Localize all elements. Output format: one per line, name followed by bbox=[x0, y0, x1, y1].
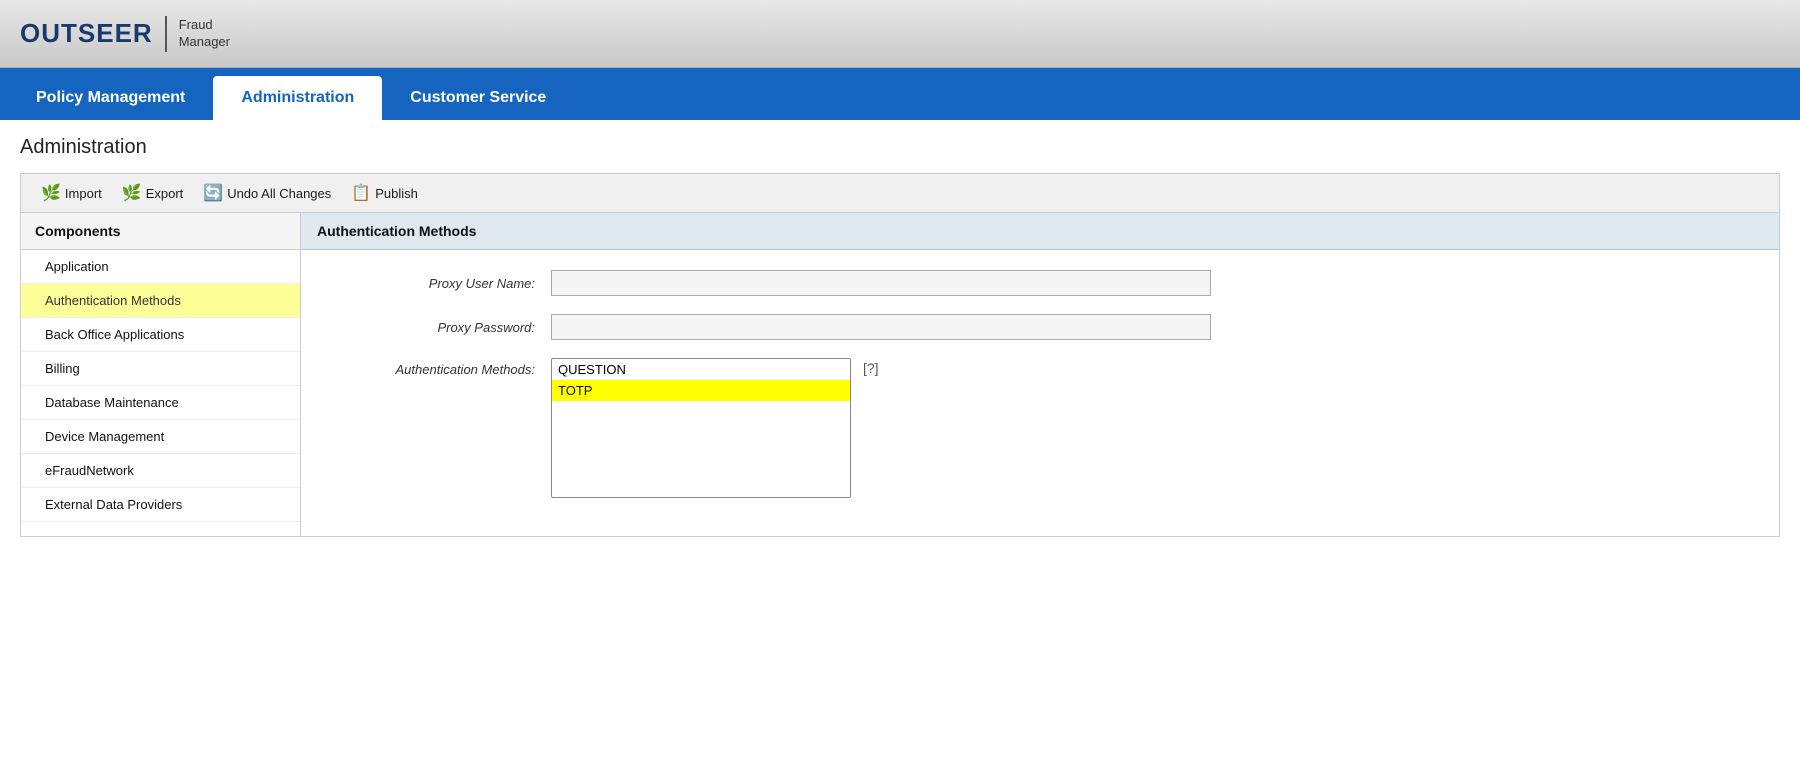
import-button[interactable]: 🌿 Import bbox=[33, 180, 110, 206]
listbox-option-totp[interactable]: TOTP bbox=[552, 380, 850, 401]
logo-outseer: OUTSEER bbox=[20, 18, 153, 49]
sidebar-item-billing[interactable]: Billing bbox=[21, 352, 300, 386]
sidebar: Components Application Authentication Me… bbox=[21, 213, 301, 536]
auth-methods-listbox-wrapper: QUESTION TOTP [?] bbox=[551, 358, 883, 498]
proxy-password-label: Proxy Password: bbox=[331, 320, 551, 335]
import-icon: 🌿 bbox=[41, 183, 61, 203]
nav-tabs: Policy Management Administration Custome… bbox=[0, 68, 1800, 120]
proxy-password-input[interactable] bbox=[551, 314, 1211, 340]
sidebar-item-efraud[interactable]: eFraudNetwork bbox=[21, 454, 300, 488]
auth-methods-row: Authentication Methods: QUESTION TOTP [?… bbox=[331, 358, 1749, 498]
publish-button[interactable]: 📋 Publish bbox=[343, 180, 426, 206]
app-header: OUTSEER Fraud Manager bbox=[0, 0, 1800, 68]
tab-policy-management[interactable]: Policy Management bbox=[8, 76, 213, 120]
logo-divider bbox=[165, 16, 167, 52]
export-button[interactable]: 🌿 Export bbox=[114, 180, 192, 206]
sidebar-item-application[interactable]: Application bbox=[21, 250, 300, 284]
page-content: Administration 🌿 Import 🌿 Export 🔄 Undo … bbox=[0, 120, 1800, 781]
undo-all-button[interactable]: 🔄 Undo All Changes bbox=[195, 180, 339, 206]
sidebar-item-auth-methods[interactable]: Authentication Methods bbox=[21, 284, 300, 318]
help-icon[interactable]: [?] bbox=[859, 358, 883, 378]
auth-methods-label: Authentication Methods: bbox=[331, 358, 551, 377]
right-content: Authentication Methods Proxy User Name: … bbox=[301, 213, 1779, 536]
export-icon: 🌿 bbox=[122, 183, 142, 203]
auth-methods-listbox[interactable]: QUESTION TOTP bbox=[551, 358, 851, 498]
sidebar-item-device-management[interactable]: Device Management bbox=[21, 420, 300, 454]
proxy-password-row: Proxy Password: bbox=[331, 314, 1749, 340]
sidebar-item-external-data[interactable]: External Data Providers bbox=[21, 488, 300, 522]
sidebar-item-back-office[interactable]: Back Office Applications bbox=[21, 318, 300, 352]
undo-icon: 🔄 bbox=[203, 183, 223, 203]
proxy-user-row: Proxy User Name: bbox=[331, 270, 1749, 296]
publish-icon: 📋 bbox=[351, 183, 371, 203]
main-layout: Components Application Authentication Me… bbox=[20, 213, 1780, 537]
logo-subtitle: Fraud Manager bbox=[179, 17, 230, 51]
form-area: Proxy User Name: Proxy Password: Authent… bbox=[301, 250, 1779, 536]
page-title: Administration bbox=[20, 136, 1780, 159]
tab-administration[interactable]: Administration bbox=[213, 76, 382, 120]
sidebar-item-db-maintenance[interactable]: Database Maintenance bbox=[21, 386, 300, 420]
tab-customer-service[interactable]: Customer Service bbox=[382, 76, 574, 120]
listbox-option-question[interactable]: QUESTION bbox=[552, 359, 850, 380]
proxy-user-input[interactable] bbox=[551, 270, 1211, 296]
right-panel-title: Authentication Methods bbox=[301, 213, 1779, 250]
sidebar-header: Components bbox=[21, 213, 300, 250]
toolbar: 🌿 Import 🌿 Export 🔄 Undo All Changes 📋 P… bbox=[20, 173, 1780, 213]
proxy-user-label: Proxy User Name: bbox=[331, 276, 551, 291]
